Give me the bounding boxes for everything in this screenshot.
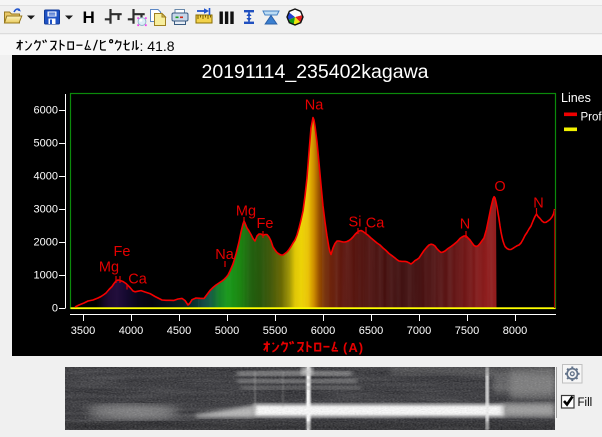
svg-text:4500: 4500 (167, 325, 191, 337)
svg-text:3500: 3500 (71, 325, 95, 337)
svg-text:Si: Si (349, 215, 362, 231)
svg-text:Ca: Ca (128, 272, 147, 288)
svg-text:N: N (533, 196, 543, 212)
svg-text:4000: 4000 (119, 325, 143, 337)
svg-text:0: 0 (52, 303, 58, 315)
svg-text:6500: 6500 (359, 325, 383, 337)
svg-text:2000: 2000 (34, 237, 58, 249)
svg-text:Profile: Profile (581, 112, 602, 124)
svg-text:6000: 6000 (34, 105, 58, 117)
svg-text:5000: 5000 (34, 138, 58, 150)
svg-text:1000: 1000 (34, 270, 58, 282)
svg-text:Na: Na (215, 247, 234, 263)
svg-text:5500: 5500 (263, 325, 287, 337)
svg-text:(A): (A) (343, 340, 364, 355)
svg-text:Lines: Lines (561, 91, 591, 105)
svg-text:Na: Na (305, 98, 324, 114)
svg-text:Mg: Mg (99, 260, 119, 276)
svg-text:: 41.8: : 41.8 (140, 38, 175, 54)
svg-text:20191114_235402kagawa: 20191114_235402kagawa (202, 61, 429, 83)
svg-text:4000: 4000 (34, 171, 58, 183)
svg-text:7000: 7000 (407, 325, 431, 337)
svg-text:Fe: Fe (114, 244, 131, 260)
svg-text:8000: 8000 (503, 325, 527, 337)
svg-text:Fill: Fill (578, 397, 593, 409)
svg-text:Ca: Ca (366, 216, 385, 232)
svg-text:O: O (494, 179, 505, 195)
svg-text:Mg: Mg (236, 204, 256, 220)
svg-text:5000: 5000 (215, 325, 239, 337)
svg-text:Fe: Fe (257, 216, 274, 232)
svg-text:N: N (460, 217, 470, 233)
svg-text:6000: 6000 (311, 325, 335, 337)
svg-text:3000: 3000 (34, 204, 58, 216)
svg-text:7500: 7500 (455, 325, 479, 337)
